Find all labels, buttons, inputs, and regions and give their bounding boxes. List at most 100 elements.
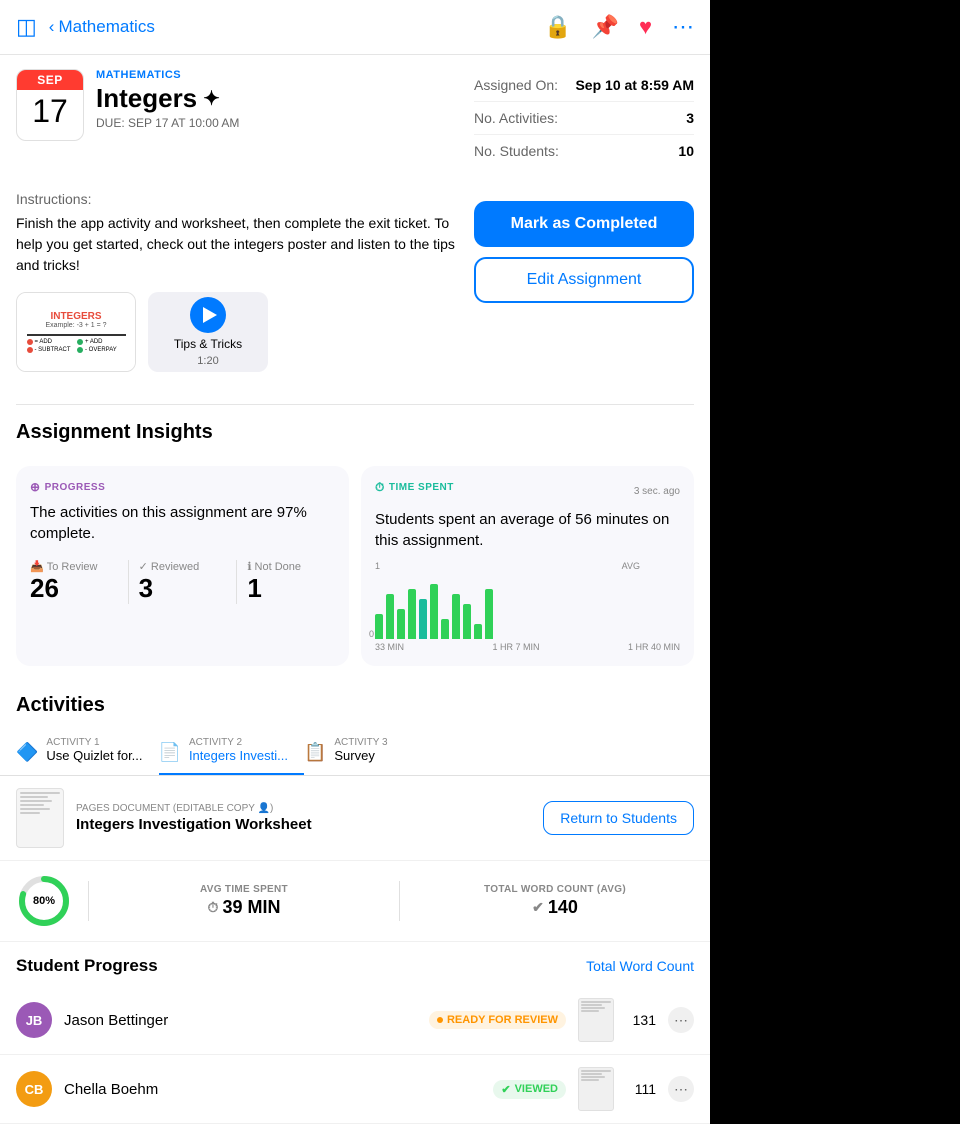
top-nav: ◫ ‹ Mathematics 🔒 📌 ♥ ⋯ — [0, 0, 710, 55]
total-word-count-link[interactable]: Total Word Count — [586, 958, 694, 974]
bar-avg — [419, 599, 427, 639]
student-progress-header: Student Progress Total Word Count — [0, 942, 710, 986]
x-label-1: 33 MIN — [375, 642, 404, 652]
bar-10 — [474, 624, 482, 639]
avg-time-label: AVG TIME SPENT — [105, 884, 383, 895]
chevron-left-icon: ‹ — [49, 17, 55, 37]
video-duration: 1:20 — [197, 355, 218, 367]
tab-3-number: ACTIVITY 3 — [334, 737, 387, 748]
instructions-text: Finish the app activity and worksheet, t… — [16, 213, 458, 276]
activities-tabs: 🔷 ACTIVITY 1 Use Quizlet for... 📄 ACTIVI… — [0, 727, 710, 776]
video-title: Tips & Tricks — [174, 337, 242, 351]
activities-section-title: Activities — [0, 678, 710, 727]
word-count-col: TOTAL WORD COUNT (AVG) ✔ 140 — [416, 884, 694, 918]
student-count-2: 111 — [626, 1081, 656, 1097]
clock-icon: ⏱ — [208, 899, 219, 916]
sidebar-toggle-icon[interactable]: ◫ — [16, 14, 37, 40]
student-avatar-1: JB — [16, 1002, 52, 1038]
doc-name: Integers Investigation Worksheet — [76, 816, 531, 833]
students-label: No. Students: — [474, 143, 559, 159]
bar-7 — [441, 619, 449, 639]
bar-chart: 0 — [375, 579, 680, 639]
bar-3 — [397, 609, 405, 639]
return-to-students-button[interactable]: Return to Students — [543, 801, 694, 835]
edit-assignment-button[interactable]: Edit Assignment — [474, 257, 694, 303]
tab-2-number: ACTIVITY 2 — [189, 737, 288, 748]
poster-title: INTEGERS — [50, 311, 101, 322]
integers-ops: = ADD + ADD - SUBTRACT - OVERPAY — [27, 339, 126, 353]
info-icon: ℹ — [247, 560, 251, 573]
pages-icon: 📄 — [159, 742, 181, 763]
word-count-label: TOTAL WORD COUNT (AVG) — [416, 884, 694, 895]
assigned-on-label: Assigned On: — [474, 77, 558, 93]
ellipsis-icon[interactable]: ⋯ — [672, 14, 694, 40]
activity-tab-2[interactable]: 📄 ACTIVITY 2 Integers Investi... — [159, 727, 304, 775]
progress-circle-icon: ⊕ — [30, 480, 41, 494]
number-line — [27, 334, 126, 336]
document-thumbnail — [16, 788, 64, 848]
reviewed-label: ✓ Reviewed — [139, 560, 217, 573]
time-spent-tag: ⏱ TIME SPENT — [375, 480, 454, 495]
chart-y-0: 0 — [369, 629, 374, 639]
progress-card: ⊕ PROGRESS The activities on this assign… — [16, 466, 349, 666]
viewed-check-icon: ✔ — [501, 1083, 510, 1096]
pin-icon[interactable]: 📌 — [592, 14, 619, 40]
date-badge: SEP 17 — [16, 69, 84, 141]
document-info: PAGES DOCUMENT (EDITABLE COPY 👤) Integer… — [76, 803, 531, 833]
reviewed-stat: ✓ Reviewed 3 — [139, 560, 227, 604]
stat-divider-1 — [128, 560, 129, 604]
play-button[interactable] — [190, 297, 226, 333]
back-label: Mathematics — [58, 17, 154, 37]
x-label-2: 1 HR 7 MIN — [492, 642, 539, 652]
tab-1-number: ACTIVITY 1 — [46, 737, 142, 748]
activity-tab-3[interactable]: 📋 ACTIVITY 3 Survey — [304, 727, 414, 775]
activities-value: 3 — [686, 110, 694, 126]
back-button[interactable]: ‹ Mathematics — [49, 17, 155, 37]
bar-8 — [452, 594, 460, 639]
time-spent-text: Students spent an average of 56 minutes … — [375, 509, 680, 551]
integers-poster-item[interactable]: INTEGERS Example: -3 + 1 = ? = ADD + ADD… — [16, 292, 136, 372]
media-row: INTEGERS Example: -3 + 1 = ? = ADD + ADD… — [16, 292, 458, 372]
survey-icon: 📋 — [304, 742, 326, 763]
student-row-2: CB Chella Boehm ✔ VIEWED 111 ⋯ — [0, 1055, 710, 1124]
student-more-button-2[interactable]: ⋯ — [668, 1076, 694, 1102]
nav-icons: 🔒 📌 ♥ ⋯ — [544, 14, 694, 40]
progress-stats-section: 80% AVG TIME SPENT ⏱ 39 MIN TOTAL WORD C… — [0, 861, 710, 942]
time-ago: 3 sec. ago — [634, 486, 680, 497]
student-name-1: Jason Bettinger — [64, 1012, 417, 1029]
checkmark-circle-icon: ✔ — [532, 899, 544, 916]
heart-icon[interactable]: ♥ — [639, 14, 652, 40]
sparkle-icon: ✦ — [203, 86, 220, 111]
chart-x-labels: 33 MIN 1 HR 7 MIN 1 HR 40 MIN — [375, 642, 680, 652]
lock-icon[interactable]: 🔒 — [544, 14, 571, 40]
student-progress-title: Student Progress — [16, 956, 158, 976]
num-activities-row: No. Activities: 3 — [474, 102, 694, 135]
assignment-due: DUE: SEP 17 AT 10:00 AM — [96, 116, 458, 130]
students-value: 10 — [678, 143, 694, 159]
reviewed-value: 3 — [139, 573, 217, 604]
to-review-value: 26 — [30, 573, 108, 604]
student-more-button-1[interactable]: ⋯ — [668, 1007, 694, 1033]
bar-chart-container: 1 AVG 0 33 MI — [375, 561, 680, 652]
student-name-2: Chella Boehm — [64, 1081, 481, 1098]
tips-tricks-video-item[interactable]: Tips & Tricks 1:20 — [148, 292, 268, 372]
assignment-title: Integers ✦ — [96, 83, 458, 114]
x-label-3: 1 HR 40 MIN — [628, 642, 680, 652]
avg-time-col: AVG TIME SPENT ⏱ 39 MIN — [105, 884, 383, 918]
inbox-icon: 📥 — [30, 560, 44, 573]
quizlet-icon: 🔷 — [16, 742, 38, 763]
not-done-label: ℹ Not Done — [247, 560, 325, 573]
tab-1-name: Use Quizlet for... — [46, 748, 142, 763]
document-row: PAGES DOCUMENT (EDITABLE COPY 👤) Integer… — [0, 776, 710, 861]
instructions-label: Instructions: — [16, 191, 458, 207]
student-thumb-2[interactable] — [578, 1067, 614, 1111]
circle-percent-label: 80% — [33, 895, 55, 907]
progress-text: The activities on this assignment are 97… — [30, 502, 335, 544]
action-buttons: Mark as Completed Edit Assignment — [474, 177, 694, 388]
activity-tab-1[interactable]: 🔷 ACTIVITY 1 Use Quizlet for... — [16, 727, 159, 775]
assignment-metadata: Assigned On: Sep 10 at 8:59 AM No. Activ… — [474, 69, 694, 167]
mark-completed-button[interactable]: Mark as Completed — [474, 201, 694, 247]
bar-9 — [463, 604, 471, 639]
chart-avg-label: AVG — [622, 561, 640, 571]
student-thumb-1[interactable] — [578, 998, 614, 1042]
